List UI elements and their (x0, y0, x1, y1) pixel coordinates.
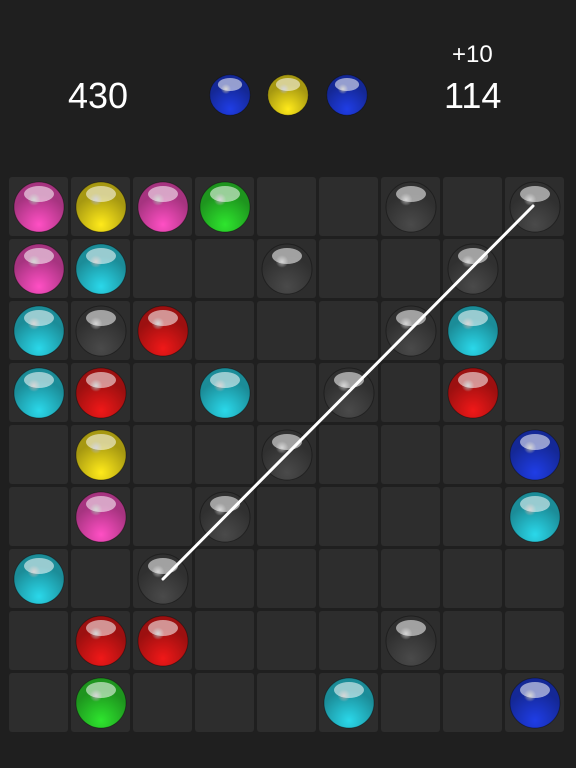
ball-pink[interactable] (137, 181, 189, 233)
grid-cell[interactable] (443, 177, 502, 236)
ball-green[interactable] (75, 677, 127, 729)
ball-cyan[interactable] (75, 243, 127, 295)
ball-gray[interactable] (385, 181, 437, 233)
game-board[interactable] (9, 177, 567, 735)
grid-cell[interactable] (195, 549, 254, 608)
ball-pink[interactable] (75, 491, 127, 543)
ball-gray[interactable] (447, 243, 499, 295)
grid-cell[interactable] (133, 487, 192, 546)
ball-gray[interactable] (137, 553, 189, 605)
grid-cell[interactable] (319, 177, 378, 236)
ball-blue[interactable] (509, 429, 561, 481)
ball-red[interactable] (75, 367, 127, 419)
ball-cyan[interactable] (447, 305, 499, 357)
ball-green[interactable] (199, 181, 251, 233)
grid-cell[interactable] (381, 425, 440, 484)
grid-cell[interactable] (443, 549, 502, 608)
ball-gray[interactable] (385, 305, 437, 357)
next-ball-blue (209, 74, 251, 116)
grid-cell[interactable] (443, 487, 502, 546)
grid-cell[interactable] (257, 363, 316, 422)
ball-red[interactable] (75, 615, 127, 667)
grid-cell[interactable] (257, 487, 316, 546)
grid-cell[interactable] (319, 239, 378, 298)
grid-cell[interactable] (443, 425, 502, 484)
grid-cell[interactable] (195, 611, 254, 670)
bonus-label: +10 (452, 41, 493, 68)
ball-red[interactable] (137, 615, 189, 667)
grid-cell[interactable] (443, 611, 502, 670)
grid-cell[interactable] (133, 425, 192, 484)
next-ball-yellow (267, 74, 309, 116)
grid-cell[interactable] (71, 549, 130, 608)
grid-cell[interactable] (9, 673, 68, 732)
ball-cyan[interactable] (13, 305, 65, 357)
grid-cell[interactable] (9, 487, 68, 546)
grid-cell[interactable] (505, 611, 564, 670)
ball-cyan[interactable] (13, 367, 65, 419)
ball-cyan[interactable] (13, 553, 65, 605)
grid-cell[interactable] (257, 301, 316, 360)
ball-gray[interactable] (385, 615, 437, 667)
grid-cell[interactable] (381, 363, 440, 422)
ball-blue[interactable] (509, 677, 561, 729)
grid-cell[interactable] (505, 239, 564, 298)
ball-gray[interactable] (261, 429, 313, 481)
grid-cell[interactable] (195, 673, 254, 732)
grid-cell[interactable] (195, 301, 254, 360)
grid-cell[interactable] (505, 549, 564, 608)
grid-cell[interactable] (319, 425, 378, 484)
ball-pink[interactable] (13, 181, 65, 233)
grid-cell[interactable] (257, 673, 316, 732)
grid-cell[interactable] (257, 549, 316, 608)
grid-cell[interactable] (319, 301, 378, 360)
ball-yellow[interactable] (75, 181, 127, 233)
grid-cell[interactable] (505, 301, 564, 360)
move-counter: 114 (444, 75, 502, 116)
grid-cell[interactable] (195, 239, 254, 298)
grid-cell[interactable] (381, 549, 440, 608)
grid-cell[interactable] (319, 611, 378, 670)
grid-cell[interactable] (133, 363, 192, 422)
grid-cell[interactable] (381, 673, 440, 732)
ball-cyan[interactable] (509, 491, 561, 543)
grid-cell[interactable] (319, 487, 378, 546)
grid-cell[interactable] (505, 363, 564, 422)
grid-cell[interactable] (133, 673, 192, 732)
ball-pink[interactable] (13, 243, 65, 295)
next-ball-blue (326, 74, 368, 116)
score-label: 430 (68, 75, 129, 116)
grid-cell[interactable] (443, 673, 502, 732)
ball-red[interactable] (447, 367, 499, 419)
grid-cell[interactable] (257, 611, 316, 670)
grid-cell[interactable] (9, 611, 68, 670)
grid-cell[interactable] (381, 239, 440, 298)
grid-cell[interactable] (195, 425, 254, 484)
grid-cell[interactable] (9, 425, 68, 484)
ball-gray[interactable] (75, 305, 127, 357)
ball-gray[interactable] (509, 181, 561, 233)
ball-gray[interactable] (261, 243, 313, 295)
ball-cyan[interactable] (323, 677, 375, 729)
grid-cell[interactable] (133, 239, 192, 298)
grid-cell[interactable] (257, 177, 316, 236)
ball-cyan[interactable] (199, 367, 251, 419)
grid-cell[interactable] (381, 487, 440, 546)
ball-gray[interactable] (199, 491, 251, 543)
grid-cell[interactable] (319, 549, 378, 608)
ball-gray[interactable] (323, 367, 375, 419)
ball-yellow[interactable] (75, 429, 127, 481)
ball-red[interactable] (137, 305, 189, 357)
